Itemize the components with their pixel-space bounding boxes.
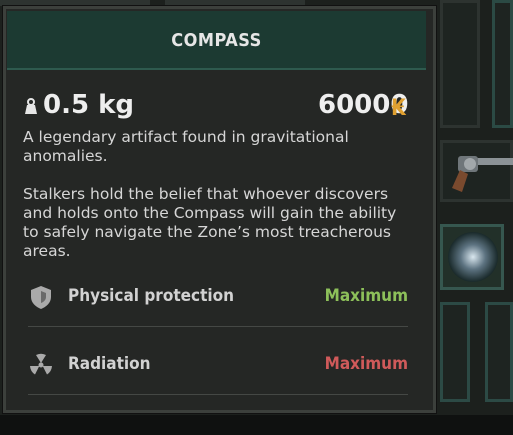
- bottom-bar: [0, 415, 513, 435]
- inventory-slot[interactable]: [492, 0, 513, 128]
- item-description: A legendary artifact found in gravitatio…: [23, 128, 403, 280]
- shield-icon: [31, 286, 51, 309]
- stat-label: Physical protection: [68, 286, 235, 306]
- inventory-slot[interactable]: [440, 302, 470, 402]
- divider: [28, 394, 408, 395]
- revolver-icon: [452, 156, 513, 192]
- description-paragraph: A legendary artifact found in gravitatio…: [23, 128, 349, 165]
- currency-icon: ₭: [391, 96, 407, 121]
- radiation-icon: [30, 353, 52, 375]
- description-paragraph: Stalkers hold the belief that whoever di…: [23, 185, 397, 260]
- stat-value: Maximum: [324, 354, 408, 374]
- compass-artifact-icon: [448, 232, 498, 282]
- inventory-slot[interactable]: [440, 0, 480, 128]
- stat-label: Radiation: [68, 354, 151, 374]
- weight-icon: [25, 98, 37, 114]
- item-weight: 0.5 kg: [43, 90, 135, 120]
- tooltip-header: COMPASS: [7, 11, 426, 70]
- item-title: COMPASS: [171, 30, 262, 51]
- stat-row-radiation: Radiation Maximum: [23, 348, 408, 388]
- stat-row-physical-protection: Physical protection Maximum: [23, 280, 408, 320]
- stat-value: Maximum: [324, 286, 408, 306]
- divider: [28, 326, 408, 327]
- inventory-slot[interactable]: [485, 302, 513, 402]
